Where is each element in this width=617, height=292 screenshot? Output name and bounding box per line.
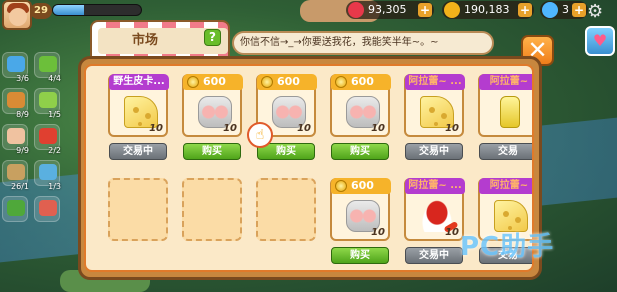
price-value: 600	[203, 75, 226, 88]
add-gems-button[interactable]: +	[572, 3, 586, 17]
coin-icon	[261, 76, 273, 88]
market-slot[interactable]: 阿拉蕾~ ... 10	[404, 74, 465, 137]
coins-counter: 190,183 +	[442, 1, 534, 19]
empty-slot[interactable]	[256, 178, 316, 241]
inventory-count: 9/9	[16, 146, 29, 155]
seller-name-tag: 阿拉蕾~ ...	[405, 74, 465, 90]
price-tag: 600	[331, 74, 391, 90]
salad-icon	[7, 200, 25, 216]
inventory-count: 2/2	[48, 146, 61, 155]
vegetable-icon	[39, 92, 57, 108]
inventory-count: 26/1	[11, 182, 29, 191]
market-slot[interactable]: 600 10	[330, 178, 391, 241]
market-slot[interactable]: 野生皮卡... 10	[108, 74, 169, 137]
item-quantity: 10	[445, 227, 459, 238]
heart-icon	[348, 2, 364, 18]
market-slot[interactable]: 阿拉蕾~	[478, 74, 532, 137]
inventory-count: 4/4	[48, 74, 61, 83]
hearts-counter: 93,305 +	[346, 1, 434, 19]
oil-icon	[500, 96, 520, 128]
inventory-item[interactable]: 8/9	[2, 88, 29, 119]
trading-button[interactable]: 交易中	[405, 143, 463, 160]
gem-icon	[542, 2, 558, 18]
gift-heart-icon[interactable]: ♥	[585, 26, 615, 56]
bread-icon	[7, 92, 25, 108]
coin-icon	[187, 76, 199, 88]
inventory-item[interactable]: 2/2	[34, 124, 61, 155]
trading-button[interactable]: 交易	[479, 143, 532, 160]
box-icon	[39, 164, 57, 180]
item-quantity: 10	[371, 123, 385, 134]
gems-counter: 3 +	[540, 1, 588, 19]
inventory-count: 1/5	[48, 110, 61, 119]
sack-icon	[7, 164, 25, 180]
pointing-hand-icon: ☝	[247, 122, 273, 148]
item-quantity: 10	[445, 123, 459, 134]
xp-bar	[52, 4, 142, 16]
market-slot[interactable]: 600 10	[330, 74, 391, 137]
leaf-icon	[39, 56, 57, 72]
buy-button[interactable]: 购买	[331, 247, 389, 264]
seller-name-tag: 阿拉蕾~ ...	[405, 178, 465, 194]
inventory-item[interactable]: 1/3	[34, 160, 61, 191]
inventory-item[interactable]: 1/5	[34, 88, 61, 119]
buy-button[interactable]: 购买	[331, 143, 389, 160]
price-value: 600	[351, 75, 374, 88]
coin-icon	[444, 2, 460, 18]
coins-value: 190,183	[464, 3, 510, 16]
price-tag: 600	[331, 178, 391, 194]
trading-button[interactable]: 交易中	[405, 247, 463, 264]
player-avatar[interactable]	[2, 0, 32, 30]
coin-icon	[335, 180, 347, 192]
player-level: 29	[30, 3, 52, 19]
settings-gear-icon[interactable]: ⚙	[587, 2, 607, 22]
inventory-count: 8/9	[16, 110, 29, 119]
empty-slot[interactable]	[108, 178, 168, 241]
price-tag: 600	[183, 74, 243, 90]
market-slot[interactable]: 阿拉蕾~ ... 10	[404, 178, 465, 241]
gems-value: 3	[562, 3, 569, 16]
item-quantity: 10	[149, 123, 163, 134]
inventory-item[interactable]	[34, 196, 60, 222]
empty-slot[interactable]	[182, 178, 242, 241]
water-drop-icon	[7, 56, 25, 72]
coin-icon	[335, 76, 347, 88]
watermark: PC助手	[460, 232, 555, 262]
inventory-item[interactable]: 3/6	[2, 52, 29, 83]
buy-button[interactable]: 购买	[183, 143, 241, 160]
price-tag: 600	[257, 74, 317, 90]
seller-name-tag: 野生皮卡...	[109, 74, 169, 90]
inventory-item[interactable]: 9/9	[2, 124, 29, 155]
seller-name-tag: 阿拉蕾~	[479, 178, 532, 194]
inventory-count: 3/6	[16, 74, 29, 83]
inventory-item[interactable]: 4/4	[34, 52, 61, 83]
inventory-item[interactable]	[2, 196, 28, 222]
inventory-count: 1/3	[48, 182, 61, 191]
market-slot[interactable]: 600 10	[182, 74, 243, 137]
doll-icon	[39, 200, 57, 216]
hearts-value: 93,305	[368, 3, 407, 16]
item-quantity: 10	[223, 123, 237, 134]
item-quantity: 10	[297, 123, 311, 134]
cake-icon	[7, 128, 25, 144]
help-button[interactable]: ?	[204, 29, 221, 46]
item-quantity: 10	[371, 227, 385, 238]
price-value: 600	[277, 75, 300, 88]
add-hearts-button[interactable]: +	[418, 3, 432, 17]
trading-button[interactable]: 交易中	[109, 143, 167, 160]
inventory-item[interactable]: 26/1	[2, 160, 29, 191]
price-value: 600	[351, 179, 374, 192]
seller-name-tag: 阿拉蕾~	[479, 74, 532, 90]
add-coins-button[interactable]: +	[518, 3, 532, 17]
tomato-icon	[39, 128, 57, 144]
speech-bubble: 你信不信→_→你要送我花，我能笑半年~。~	[232, 31, 494, 55]
